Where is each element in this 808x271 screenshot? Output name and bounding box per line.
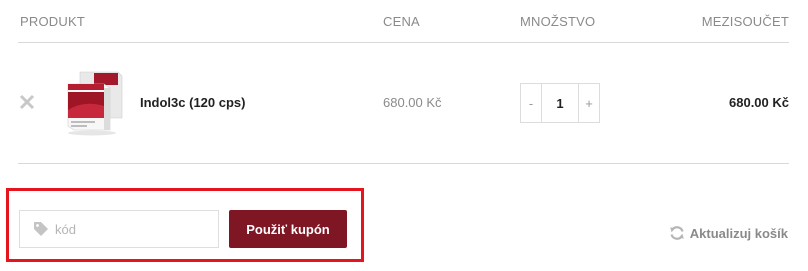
product-price: 680.00 Kč xyxy=(383,95,442,110)
quantity-decrease-button[interactable]: - xyxy=(521,84,541,122)
close-icon xyxy=(19,94,35,110)
coupon-field[interactable] xyxy=(19,210,219,248)
product-subtotal: 680.00 Kč xyxy=(729,95,789,110)
header-price: CENA xyxy=(383,14,420,29)
apply-coupon-button[interactable]: Použiť kupón xyxy=(229,210,347,248)
header-subtotal: MEZISOUČET xyxy=(701,14,789,29)
update-cart-button[interactable]: Aktualizuj košík xyxy=(669,225,788,241)
header-product: PRODUKT xyxy=(20,14,85,29)
quantity-input[interactable]: 1 xyxy=(541,84,579,122)
quantity-increase-button[interactable]: + xyxy=(579,84,599,122)
tag-icon xyxy=(34,222,48,236)
coupon-input[interactable] xyxy=(55,221,205,237)
row-divider xyxy=(18,163,789,164)
refresh-icon xyxy=(669,226,684,240)
remove-item-button[interactable] xyxy=(18,93,36,111)
header-quantity: MNOŽSTVO xyxy=(520,14,596,29)
quantity-stepper: - 1 + xyxy=(520,83,600,123)
header-divider xyxy=(18,42,789,43)
product-name-link[interactable]: Indol3c (120 cps) xyxy=(140,95,245,110)
product-thumbnail[interactable] xyxy=(64,70,126,136)
update-cart-label: Aktualizuj košík xyxy=(689,225,788,241)
